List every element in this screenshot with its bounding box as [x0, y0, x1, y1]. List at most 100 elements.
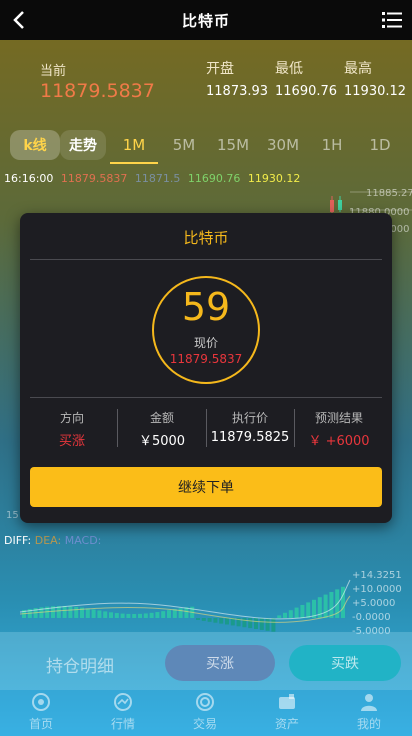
nav-label: 我的 [356, 717, 381, 731]
exec-price-cell: 执行价 11879.5825 [206, 409, 294, 445]
macd-bar [91, 609, 96, 618]
tab-1m[interactable]: 1M [110, 130, 158, 160]
trade-icon [196, 693, 214, 711]
tab-30m[interactable]: 30M [260, 130, 306, 160]
predict-label: 预测结果 [314, 411, 363, 425]
direction-label: 方向 [59, 411, 84, 425]
macd-bar [126, 613, 131, 618]
tab-kline[interactable]: k线 [10, 130, 60, 160]
exec-price-label: 执行价 [231, 411, 268, 425]
direction-value: 买涨 [58, 434, 85, 449]
macd-bar [109, 612, 113, 618]
divider [30, 259, 382, 260]
svg-text:-0.0000: -0.0000 [352, 612, 391, 623]
macd-legend: DIFF: DEA: MACD: [4, 534, 101, 547]
macd-bar [161, 611, 166, 618]
macd-bar [219, 618, 224, 624]
ohlc-close: 11871.5 [134, 172, 181, 185]
macd-bar [178, 608, 183, 618]
macd-bar [271, 618, 276, 632]
svg-text:+5.0000: +5.0000 [352, 598, 395, 609]
open-label: 开盘 [206, 61, 234, 77]
macd-bar [288, 610, 293, 618]
macd-bar [294, 607, 299, 618]
ohlc-readout: 16:16:00 11879.5837 11871.5 11690.76 119… [4, 172, 304, 185]
macd-bar [196, 618, 200, 620]
modal-title: 比特币 [183, 229, 229, 247]
macd-bar [254, 618, 258, 629]
low-value: 11690.76 [275, 84, 338, 99]
position-details-link[interactable]: 持仓明细 [46, 652, 114, 677]
direction-cell: 方向 买涨 [28, 409, 116, 449]
tab-1d[interactable]: 1D [358, 130, 402, 160]
buy-rise-button[interactable]: 买涨 [165, 645, 275, 681]
divider [30, 397, 382, 398]
macd-bar [149, 612, 154, 618]
macd-bar [329, 592, 334, 618]
macd-bar [300, 605, 305, 618]
chart-icon [114, 693, 132, 711]
nav-label: 资产 [274, 717, 299, 731]
nav-label: 首页 [28, 717, 53, 731]
dea-label: DEA: [34, 534, 62, 547]
svg-text:+10.0000: +10.0000 [352, 584, 402, 595]
macd-bar [213, 618, 218, 623]
tab-5m[interactable]: 5M [162, 130, 206, 160]
macd-bar [283, 612, 287, 618]
current-price: 11879.5837 [40, 80, 155, 102]
wallet-icon [279, 694, 295, 709]
macd-bar [306, 602, 311, 618]
amount-cell: 金额 ￥5000 [118, 409, 206, 449]
nav-item-market[interactable]: 行情 [82, 690, 164, 736]
nav-label: 交易 [192, 717, 217, 731]
current-price-value: 11879.5837 [169, 352, 243, 366]
nav-item-profile[interactable]: 我的 [328, 690, 410, 736]
ohlc-low: 11690.76 [187, 172, 241, 185]
tab-trend[interactable]: 走势 [60, 130, 106, 160]
price-tick-0: 11885.2700 [366, 188, 412, 199]
action-bar: 持仓明细 买涨 买跌 [0, 632, 412, 690]
top-bar: 比特币 [0, 0, 412, 40]
current-label: 当前 [40, 64, 67, 79]
low-label: 最低 [275, 61, 303, 77]
nav-item-assets[interactable]: 资产 [246, 690, 328, 736]
left-tick: 15 [6, 510, 19, 521]
macd-ticks: +14.3251 +10.0000 +5.0000 -0.0000 -5.000… [352, 570, 402, 636]
page-title: 比特币 [181, 11, 230, 30]
macd-label: MACD: [64, 534, 102, 547]
order-result-modal: 比特币 59 现价 11879.5837 方向 买涨 金额 ￥5000 执行价 … [20, 213, 392, 523]
macd-bar [201, 618, 206, 621]
predict-cell: 预测结果 ￥ +6000 [295, 409, 383, 449]
diff-label: DIFF: [4, 534, 32, 547]
high-label: 最高 [344, 61, 372, 77]
tab-1h[interactable]: 1H [310, 130, 354, 160]
macd-bar [68, 606, 73, 618]
buy-fall-button[interactable]: 买跌 [289, 645, 401, 681]
macd-bar [323, 594, 328, 618]
macd-bar [97, 610, 102, 618]
high-value: 11930.12 [344, 84, 407, 99]
macd-bar [155, 612, 160, 618]
continue-order-button[interactable]: 继续下单 [30, 467, 382, 507]
period-tabs: k线 走势 1M 5M 15M 30M 1H 1D [0, 124, 412, 164]
macd-bar [103, 611, 108, 618]
tab-15m[interactable]: 15M [210, 130, 256, 160]
nav-item-trade[interactable]: 交易 [164, 690, 246, 736]
macd-bar [132, 613, 137, 618]
macd-bar [242, 618, 247, 628]
bottom-nav: 首页 行情 交易 资产 我的 [0, 690, 412, 736]
ohlc-time: 16:16:00 [4, 172, 54, 185]
open-value: 11873.93 [206, 84, 269, 99]
macd-bar [167, 610, 171, 618]
nav-item-home[interactable]: 首页 [0, 690, 82, 736]
macd-bar [143, 613, 148, 618]
macd-bar [265, 618, 270, 631]
macd-bar [277, 615, 282, 618]
svg-text:+14.3251: +14.3251 [352, 570, 402, 581]
chevron-left-icon[interactable] [8, 8, 32, 32]
macd-bar [120, 613, 125, 618]
list-icon[interactable] [382, 10, 402, 30]
countdown-seconds: 59 [181, 285, 231, 329]
ohlc-high: 11930.12 [247, 172, 301, 185]
macd-bar [184, 607, 189, 618]
